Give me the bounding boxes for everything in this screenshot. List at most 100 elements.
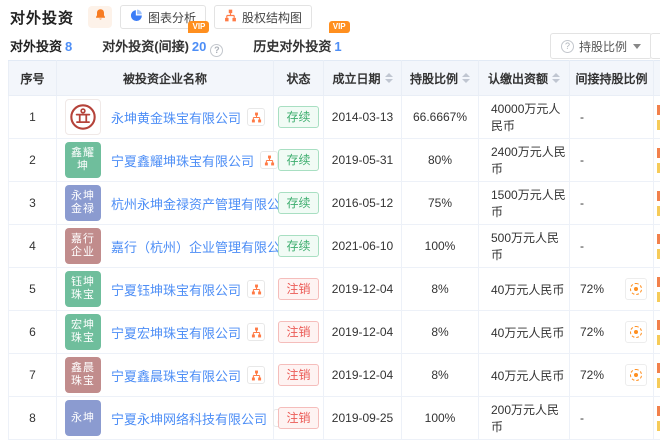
shareholding-filter-dropdown[interactable]: ? 持股比例 [550,33,652,59]
subscribed-amount: 40万元人民币 [479,354,570,397]
equity-mini-icon[interactable] [260,151,278,169]
subscribed-amount: 500万元人民币 [479,225,570,268]
table-body: 1 永坤黄金珠宝有限公司 存续 2014-03-13 66.6667% 4000… [9,96,660,440]
equity-mini-icon[interactable] [247,108,265,126]
indirect-ratio: 72% [580,325,604,339]
table-row: 6 宏坤珠宝 宁夏宏坤珠宝有限公司 注销 2019-12-04 8% 40万元人… [9,311,660,354]
equity-structure-icon [224,9,242,25]
equity-structure-button[interactable]: 股权结构图 [214,5,312,29]
section-header: 对外投资 图表分析 股权结构图 [10,4,312,30]
sort-icon[interactable] [385,73,393,83]
shareholding-ratio: 75% [402,182,479,225]
sort-icon[interactable] [552,73,560,83]
chevron-down-icon [633,44,641,49]
shareholding-ratio: 8% [402,268,479,311]
target-icon [630,369,642,381]
row-number: 4 [9,225,57,268]
company-name-link[interactable]: 宁夏鑫耀坤珠宝有限公司 [111,151,254,170]
col-status: 状态 [274,61,324,96]
monitor-bell-button[interactable] [88,6,112,28]
status-badge: 存续 [278,192,318,214]
row-number: 2 [9,139,57,182]
shareholding-ratio: 100% [402,397,479,440]
company-avatar [65,99,101,135]
table-row: 3 永坤金禄 杭州永坤金禄资产管理有限公司 存续 2016-05-12 75% … [9,182,660,225]
company-avatar: 鑫晨珠宝 [65,357,101,393]
company-avatar: 鑫耀坤 [65,142,101,178]
row-number: 3 [9,182,57,225]
table-row: 8 永坤 宁夏永坤网络科技有限公司 注销 2019-09-25 100% 200… [9,397,660,440]
table-row: 1 永坤黄金珠宝有限公司 存续 2014-03-13 66.6667% 4000… [9,96,660,139]
clipped-action-cell [654,182,660,225]
equity-mini-icon[interactable] [247,280,265,298]
table-row: 2 鑫耀坤 宁夏鑫耀坤珠宝有限公司 存续 2019-05-31 80% 2400… [9,139,660,182]
company-avatar: 永坤金禄 [65,185,101,221]
row-number: 5 [9,268,57,311]
establish-date: 2019-05-31 [324,139,402,182]
establish-date: 2021-06-10 [324,225,402,268]
company-name-link[interactable]: 宁夏钰坤珠宝有限公司 [111,280,241,299]
shareholding-ratio: 66.6667% [402,96,479,139]
establish-date: 2016-05-12 [324,182,402,225]
tab-count: 20 [192,39,206,54]
indirect-ratio: - [580,153,584,167]
shareholding-ratio: 8% [402,354,479,397]
company-name-link[interactable]: 嘉行（杭州）企业管理有限公司 [111,237,293,256]
subscribed-amount: 1500万元人民币 [479,182,570,225]
equity-mini-icon[interactable] [247,323,265,341]
establish-date: 2019-09-25 [324,397,402,440]
tab-label: 对外投资 [10,39,62,54]
col-amount: 认缴出资额 [479,61,570,96]
subscribed-amount: 2400万元人民币 [479,139,570,182]
establish-date: 2019-12-04 [324,354,402,397]
company-name-link[interactable]: 宁夏宏坤珠宝有限公司 [111,323,241,342]
status-badge: 存续 [278,149,318,171]
indirect-ratio: - [580,110,584,124]
clipped-action-cell [654,311,660,354]
pie-chart-icon [130,9,148,25]
row-number: 1 [9,96,57,139]
col-indirect: 间接持股比例 [570,61,654,96]
subscribed-amount: 200万元人民币 [479,397,570,440]
company-name-link[interactable]: 永坤黄金珠宝有限公司 [111,108,241,127]
col-company: 被投资企业名称 [57,61,274,96]
company-avatar: 嘉行企业 [65,228,101,264]
clipped-action-cell [654,397,660,440]
company-name-link[interactable]: 宁夏永坤网络科技有限公司 [111,409,267,428]
subscribed-amount: 40万元人民币 [479,311,570,354]
shareholding-ratio: 8% [402,311,479,354]
table-row: 4 嘉行企业 嘉行（杭州）企业管理有限公司 存续 2021-06-10 100%… [9,225,660,268]
table-header: 序号 被投资企业名称 状态 成立日期 持股比例 认缴出资额 间接持股比例 [9,61,660,96]
equity-structure-label: 股权结构图 [242,9,302,26]
table-row: 7 鑫晨珠宝 宁夏鑫晨珠宝有限公司 注销 2019-12-04 8% 40万元人… [9,354,660,397]
page-title: 对外投资 [10,7,74,28]
export-button[interactable]: 导出数据 [650,33,660,59]
company-name-link[interactable]: 宁夏鑫晨珠宝有限公司 [111,366,241,385]
info-icon[interactable]: ? [210,44,223,57]
company-avatar: 宏坤珠宝 [65,314,101,350]
bell-icon [94,8,107,26]
company-name-link[interactable]: 杭州永坤金禄资产管理有限公司 [111,194,293,213]
tab-label: 历史对外投资 [253,39,331,54]
clipped-action-cell [654,96,660,139]
penetrate-icon-button[interactable] [625,321,647,343]
row-number: 7 [9,354,57,397]
target-icon [630,283,642,295]
clipped-action-cell [654,225,660,268]
indirect-ratio: 72% [580,282,604,296]
equity-mini-icon[interactable] [247,366,265,384]
col-actions-clipped [654,61,660,96]
sort-icon[interactable] [462,73,470,83]
investment-table: 序号 被投资企业名称 状态 成立日期 持股比例 认缴出资额 间接持股比例 1 永… [8,60,660,440]
shareholding-filter-label: 持股比例 [579,38,627,55]
establish-date: 2019-12-04 [324,268,402,311]
shareholding-ratio: 80% [402,139,479,182]
col-no: 序号 [9,61,57,96]
subscribed-amount: 40000万元人民币 [479,96,570,139]
penetrate-icon-button[interactable] [625,278,647,300]
vip-badge: VIP [188,21,209,33]
tabs-bar: 对外投资8 VIP 对外投资(间接)20? VIP 历史对外投资1 ? 持股比例… [0,30,660,60]
status-badge: 存续 [278,235,318,257]
company-avatar: 永坤 [65,400,101,436]
penetrate-icon-button[interactable] [625,364,647,386]
